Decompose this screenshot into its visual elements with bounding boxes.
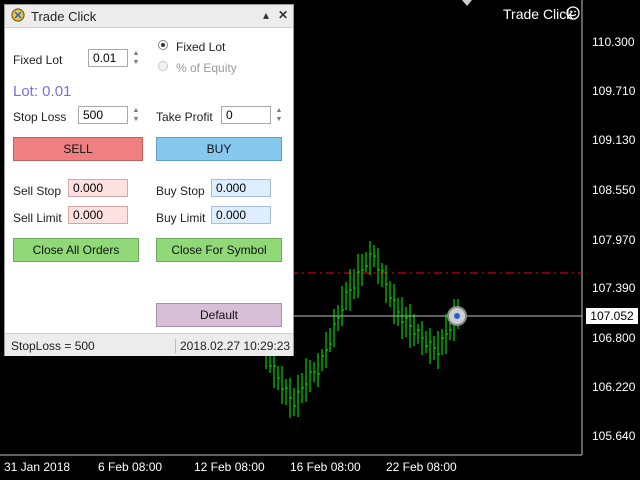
time-tick: 16 Feb 08:00 bbox=[290, 460, 361, 474]
fixed-lot-radio-label: Fixed Lot bbox=[176, 40, 226, 54]
panel-statusbar: StopLoss = 500 2018.02.27 10:29:23 bbox=[5, 333, 293, 356]
take-profit-label: Take Profit bbox=[156, 110, 213, 124]
price-tick: 106.220 bbox=[592, 380, 636, 394]
sell-button[interactable]: SELL bbox=[13, 137, 143, 161]
price-tick: 106.800 bbox=[592, 331, 636, 345]
fixed-lot-input[interactable]: 0.01 bbox=[88, 49, 128, 67]
close-for-symbol-button[interactable]: Close For Symbol bbox=[156, 238, 282, 262]
sell-limit-label: Sell Limit bbox=[13, 211, 62, 225]
take-profit-input[interactable]: 0 bbox=[221, 106, 271, 124]
time-tick: 31 Jan 2018 bbox=[4, 460, 70, 474]
default-button[interactable]: Default bbox=[156, 303, 282, 327]
price-tick: 107.390 bbox=[592, 281, 636, 295]
price-tick: 109.130 bbox=[592, 133, 636, 147]
buy-stop-label: Buy Stop bbox=[156, 184, 205, 198]
price-tick: 105.640 bbox=[592, 429, 636, 443]
stop-loss-spinner[interactable]: ▲ ▼ bbox=[131, 106, 141, 124]
equity-radio-label: % of Equity bbox=[176, 61, 237, 75]
time-tick-labels: 31 Jan 2018 6 Feb 08:00 12 Feb 08:00 16 … bbox=[4, 460, 457, 474]
price-tick-labels: 110.300 109.710 109.130 108.550 107.970 … bbox=[592, 35, 636, 443]
minimize-button[interactable]: ▴ bbox=[263, 8, 269, 22]
price-tick: 107.970 bbox=[592, 233, 636, 247]
trade-click-panel: Trade Click ▴ ✕ Fixed Lot 0.01 ▲ ▼ Fixed … bbox=[4, 4, 294, 356]
equity-radio[interactable] bbox=[158, 61, 168, 71]
price-tick: 108.550 bbox=[592, 183, 636, 197]
smiley-icon bbox=[566, 6, 580, 20]
buy-limit-label: Buy Limit bbox=[156, 211, 206, 225]
fixed-lot-label: Fixed Lot bbox=[13, 53, 63, 67]
price-tick: 110.300 bbox=[592, 35, 635, 49]
sell-limit-input[interactable]: 0.000 bbox=[68, 206, 128, 224]
lot-display: Lot: 0.01 bbox=[13, 83, 72, 100]
status-timestamp: 2018.02.27 10:29:23 bbox=[175, 339, 290, 353]
stop-loss-label: Stop Loss bbox=[13, 110, 67, 124]
time-tick: 22 Feb 08:00 bbox=[386, 460, 457, 474]
current-price-tag: 107.052 bbox=[586, 308, 638, 324]
buy-button[interactable]: BUY bbox=[156, 137, 282, 161]
indicator-label: Trade Click bbox=[503, 6, 574, 22]
fixed-lot-radio[interactable] bbox=[158, 40, 168, 50]
close-button[interactable]: ✕ bbox=[278, 8, 288, 22]
panel-title: Trade Click bbox=[31, 9, 97, 24]
app-logo-icon bbox=[11, 8, 25, 22]
buy-limit-input[interactable]: 0.000 bbox=[211, 206, 271, 224]
stop-loss-input[interactable]: 500 bbox=[78, 106, 128, 124]
buy-stop-input[interactable]: 0.000 bbox=[211, 179, 271, 197]
status-stoploss: StopLoss = 500 bbox=[11, 339, 95, 353]
close-all-orders-button[interactable]: Close All Orders bbox=[13, 238, 139, 262]
time-tick: 6 Feb 08:00 bbox=[98, 460, 162, 474]
price-tick: 109.710 bbox=[592, 84, 636, 98]
take-profit-spinner[interactable]: ▲ ▼ bbox=[274, 106, 284, 124]
time-tick: 12 Feb 08:00 bbox=[194, 460, 265, 474]
sell-stop-label: Sell Stop bbox=[13, 184, 62, 198]
fixed-lot-spinner[interactable]: ▲ ▼ bbox=[131, 49, 141, 67]
chart-shift-marker-icon[interactable] bbox=[462, 0, 472, 6]
trade-marker-dot bbox=[454, 313, 460, 319]
sell-stop-input[interactable]: 0.000 bbox=[68, 179, 128, 197]
panel-titlebar[interactable]: Trade Click ▴ ✕ bbox=[5, 5, 293, 28]
